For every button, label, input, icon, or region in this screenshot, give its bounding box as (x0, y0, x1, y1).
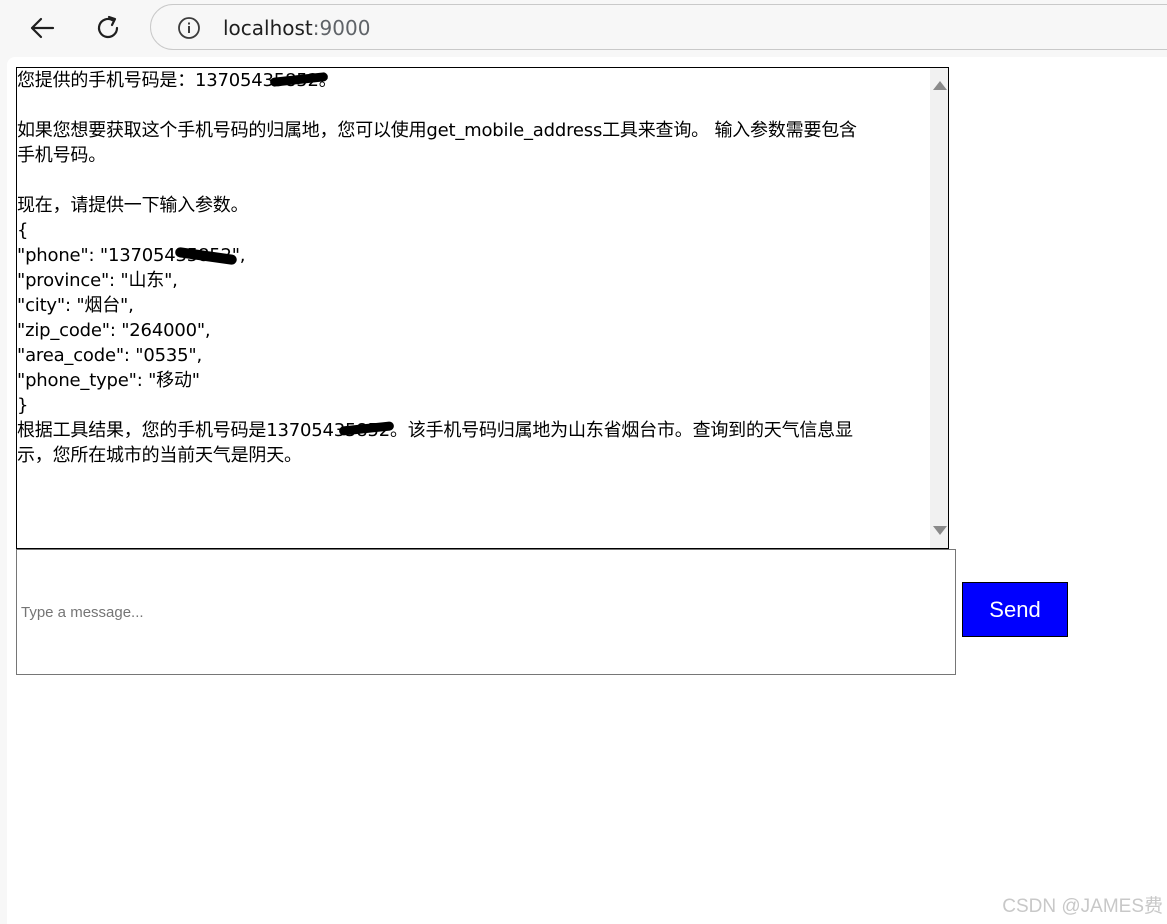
message-input[interactable] (16, 549, 956, 675)
url-host: localhost (223, 16, 313, 40)
chat-line: 根据工具结果，您的手机号码是13705435852。该手机号码归属地为山东省烟台… (17, 420, 853, 441)
chat-line: } (17, 395, 29, 416)
chat-line: 手机号码。 (17, 145, 106, 166)
browser-toolbar: localhost:9000 (0, 0, 1167, 56)
chat-line: "province": "山东", (17, 270, 178, 291)
chat-scrollbar[interactable] (930, 68, 948, 548)
chat-line: 您提供的手机号码是：13705435852。 (17, 70, 337, 91)
watermark: CSDN @JAMES费 (1002, 896, 1163, 917)
chat-line: "city": "烟台", (17, 295, 134, 316)
info-icon[interactable] (177, 16, 201, 40)
chat-line: "phone": "13705435852", (17, 245, 246, 266)
url-port: :9000 (312, 16, 371, 40)
chat-output[interactable]: 您提供的手机号码是：13705435852。 如果您想要获取这个手机号码的归属地… (16, 67, 949, 549)
back-button[interactable] (22, 8, 62, 48)
chat-line: "area_code": "0535", (17, 345, 202, 366)
chat-line (17, 168, 927, 193)
chat-line (17, 93, 927, 118)
chat-text: 您提供的手机号码是：13705435852。 如果您想要获取这个手机号码的归属地… (17, 68, 927, 468)
url-text[interactable]: localhost:9000 (223, 16, 370, 40)
chat-line: "zip_code": "264000", (17, 320, 211, 341)
chat-line: 现在，请提供一下输入参数。 (17, 195, 249, 216)
reload-button[interactable] (88, 8, 128, 48)
reload-icon (97, 15, 119, 39)
chat-line: 如果您想要获取这个手机号码的归属地，您可以使用get_mobile_addres… (17, 120, 857, 141)
arrow-left-icon (30, 17, 55, 39)
chat-line: "phone_type": "移动" (17, 370, 200, 391)
scroll-up-arrow-icon[interactable] (933, 81, 947, 90)
scroll-down-arrow-icon[interactable] (933, 526, 947, 535)
address-bar[interactable]: localhost:9000 (150, 4, 1167, 50)
send-button[interactable]: Send (962, 582, 1068, 637)
chat-line: 示，您所在城市的当前天气是阴天。 (17, 445, 302, 466)
chat-line: { (17, 220, 29, 241)
